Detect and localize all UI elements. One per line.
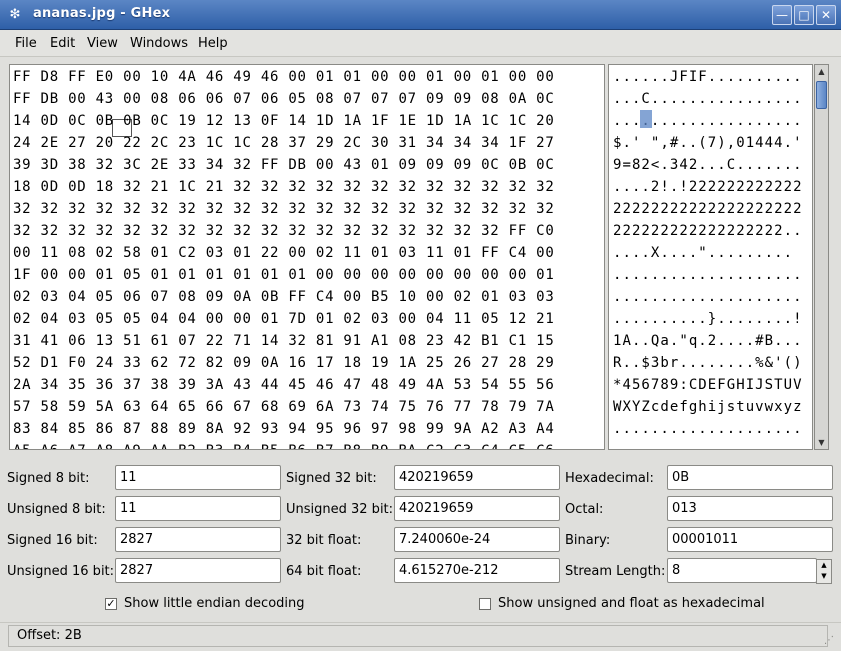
menu-bar: File Edit View Windows Help [0,30,841,57]
little-endian-label[interactable]: Show little endian decoding [124,596,305,611]
ascii-row[interactable]: ....2!.!222222222222 [613,176,803,198]
hex-row[interactable]: 39 3D 38 32 3C 2E 33 34 32 FF DB 00 43 0… [13,154,555,176]
hex-row[interactable]: 32 32 32 32 32 32 32 32 32 32 32 32 32 3… [13,198,555,220]
unsigned-hex-label[interactable]: Show unsigned and float as hexadecimal [498,596,765,611]
resize-grip-icon[interactable]: ⋰ [824,635,834,646]
hex-row[interactable]: 02 04 03 05 05 04 04 00 00 01 7D 01 02 0… [13,308,555,330]
unsigned-16bit-field[interactable]: 2827 [115,558,281,583]
hex-row[interactable]: FF DB 00 43 00 08 06 06 07 06 05 08 07 0… [13,88,555,110]
unsigned-32bit-label: Unsigned 32 bit: [286,502,394,517]
menu-view[interactable]: View [87,36,118,51]
ascii-row[interactable]: ......JFIF.......... [613,66,803,88]
float-64bit-label: 64 bit float: [286,564,362,579]
little-endian-checkbox[interactable]: ✓ [105,598,117,610]
octal-field[interactable]: 013 [667,496,833,521]
float-32bit-field[interactable]: 7.240060e-24 [394,527,560,552]
signed-32bit-field[interactable]: 420219659 [394,465,560,490]
hex-row[interactable]: 83 84 85 86 87 88 89 8A 92 93 94 95 96 9… [13,418,555,440]
scroll-down-icon[interactable]: ▼ [815,436,828,449]
scrollbar-thumb[interactable] [816,81,827,109]
hex-row[interactable]: A5 A6 A7 A8 A9 AA B2 B3 B4 B5 B6 B7 B8 B… [13,440,555,449]
hex-row[interactable]: 31 41 06 13 51 61 07 22 71 14 32 81 91 A… [13,330,555,352]
offset-status: Offset: 2B [17,628,82,643]
menu-windows[interactable]: Windows [130,36,188,51]
stream-length-label: Stream Length: [565,564,666,579]
hex-row[interactable]: 2A 34 35 36 37 38 39 3A 43 44 45 46 47 4… [13,374,555,396]
status-panel: Offset: 2B [8,625,828,647]
ascii-row[interactable]: $.' ",#..(7),01444.' [613,132,803,154]
ascii-row[interactable]: .................... [613,418,803,440]
octal-label: Octal: [565,502,604,517]
float-64bit-field[interactable]: 4.615270e-212 [394,558,560,583]
ascii-cursor [640,110,652,128]
close-button[interactable]: ✕ [816,5,836,25]
float-32bit-label: 32 bit float: [286,533,362,548]
scroll-up-icon[interactable]: ▲ [815,65,828,78]
ascii-view[interactable]: ......JFIF.......... ...C................… [608,64,813,450]
hexadecimal-field[interactable]: 0B [667,465,833,490]
stream-length-stepper[interactable]: ▲ ▼ [816,559,832,584]
menu-help[interactable]: Help [198,36,228,51]
ascii-row[interactable]: *456789:CDEFGHIJSTUV [613,374,803,396]
unsigned-32bit-field[interactable]: 420219659 [394,496,560,521]
hex-row[interactable]: 00 11 08 02 58 01 C2 03 01 22 00 02 11 0… [13,242,555,264]
ascii-row[interactable]: 1A..Qa."q.2....#B... [613,330,803,352]
status-bar: Offset: 2B ⋰ [0,622,841,651]
minimize-button[interactable]: — [772,5,792,25]
unsigned-hex-checkbox[interactable] [479,598,491,610]
signed-32bit-label: Signed 32 bit: [286,471,377,486]
ascii-row[interactable]: ..........}........! [613,308,803,330]
unsigned-8bit-field[interactable]: 11 [115,496,281,521]
binary-label: Binary: [565,533,611,548]
hex-view[interactable]: FF D8 FF E0 00 10 4A 46 49 46 00 01 01 0… [9,64,605,450]
maximize-button[interactable]: □ [794,5,814,25]
menu-file[interactable]: File [15,36,37,51]
hexadecimal-label: Hexadecimal: [565,471,654,486]
ascii-row[interactable]: ...C................ [613,88,803,110]
window-title: ananas.jpg - GHex [33,6,171,21]
ascii-row[interactable]: .................... [613,440,803,449]
ascii-row[interactable]: 22222222222222222222 [613,198,803,220]
menu-edit[interactable]: Edit [50,36,75,51]
signed-8bit-label: Signed 8 bit: [7,471,90,486]
ascii-row[interactable]: R..$3br........%&'() [613,352,803,374]
hex-row[interactable]: FF D8 FF E0 00 10 4A 46 49 46 00 01 01 0… [13,66,555,88]
unsigned-8bit-label: Unsigned 8 bit: [7,502,106,517]
unsigned-16bit-label: Unsigned 16 bit: [7,564,115,579]
signed-16bit-field[interactable]: 2827 [115,527,281,552]
title-bar: ❇ ananas.jpg - GHex — □ ✕ [0,0,841,30]
spin-down-icon[interactable]: ▼ [817,571,831,582]
stream-length-spinner[interactable]: 8 [667,558,817,583]
spin-up-icon[interactable]: ▲ [817,560,831,571]
ascii-row[interactable]: 222222222222222222.. [613,220,803,242]
ascii-row[interactable]: 9=82<.342...C....... [613,154,803,176]
ascii-row[interactable]: .................... [613,264,803,286]
hex-row[interactable]: 52 D1 F0 24 33 62 72 82 09 0A 16 17 18 1… [13,352,555,374]
hex-row[interactable]: 57 58 59 5A 63 64 65 66 67 68 69 6A 73 7… [13,396,555,418]
hex-row[interactable]: 14 0D 0C 0B 0B 0C 19 12 13 0F 14 1D 1A 1… [13,110,555,132]
binary-field[interactable]: 00001011 [667,527,833,552]
vertical-scrollbar[interactable]: ▲ ▼ [814,64,829,450]
signed-16bit-label: Signed 16 bit: [7,533,98,548]
hex-row[interactable]: 18 0D 0D 18 32 21 1C 21 32 32 32 32 32 3… [13,176,555,198]
app-icon: ❇ [9,7,21,22]
signed-8bit-field[interactable]: 11 [115,465,281,490]
ascii-row[interactable]: .................... [613,286,803,308]
hex-row[interactable]: 32 32 32 32 32 32 32 32 32 32 32 32 32 3… [13,220,555,242]
ascii-row[interactable]: WXYZcdefghijstuvwxyz [613,396,803,418]
ascii-row[interactable]: ....X...."......... [613,242,793,264]
hex-row[interactable]: 1F 00 00 01 05 01 01 01 01 01 01 00 00 0… [13,264,555,286]
hex-row[interactable]: 02 03 04 05 06 07 08 09 0A 0B FF C4 00 B… [13,286,555,308]
hex-row[interactable]: 24 2E 27 20 22 2C 23 1C 1C 28 37 29 2C 3… [13,132,555,154]
